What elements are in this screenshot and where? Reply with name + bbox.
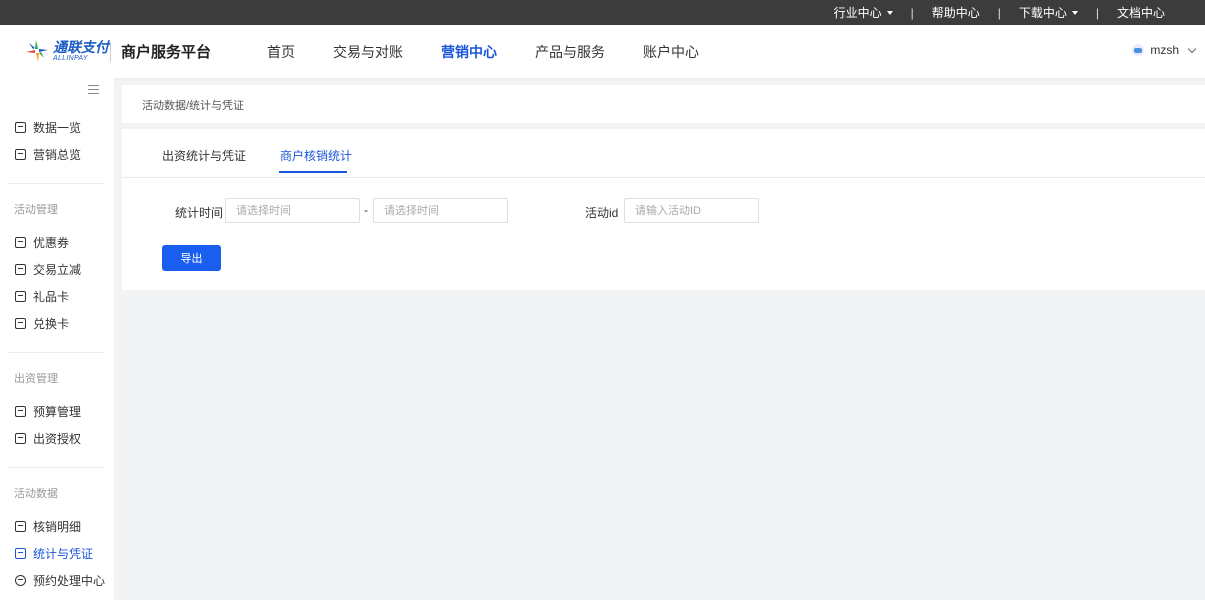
sidebar-divider (8, 352, 104, 353)
topbar-separator: | (997, 5, 1001, 20)
chevron-down-icon (1187, 44, 1197, 53)
sidebar-item-label: 交易立减 (33, 263, 82, 277)
sidebar-item-label: 核销明细 (33, 520, 82, 534)
logo-chinese-text: 通联支付 (53, 39, 109, 55)
chart-icon (15, 149, 26, 160)
sidebar-item-label: 出资授权 (33, 432, 82, 446)
sidebar-group-title: 出资管理 (14, 373, 58, 385)
main-header: 通联支付 ALLINPAY 商户服务平台 首页 交易与对账 营销中心 产品与服务… (0, 25, 1205, 78)
topbar-help-center[interactable]: 帮助中心 (918, 4, 994, 21)
menu-collapse-icon[interactable] (88, 85, 99, 94)
topbar-download-center[interactable]: 下载中心 (1005, 4, 1092, 21)
breadcrumb: 活动数据/统计与凭证 (142, 100, 245, 112)
sidebar-item-label: 统计与凭证 (33, 547, 94, 561)
discount-icon (15, 264, 26, 275)
main-card: 出资统计与凭证 商户核销统计 统计时间 - 活动id 导出 (122, 129, 1205, 290)
sidebar-item-discount[interactable]: 交易立减 (15, 261, 81, 278)
username: mzsh (1150, 43, 1179, 57)
sidebar-item-gift-card[interactable]: 礼品卡 (15, 288, 69, 305)
end-time-input[interactable] (373, 198, 508, 223)
sidebar-divider (8, 183, 104, 184)
nav-item-marketing[interactable]: 营销中心 (441, 42, 497, 62)
activity-id-label: 活动id (585, 206, 619, 220)
main-nav: 首页 交易与对账 营销中心 产品与服务 账户中心 (267, 25, 737, 78)
nav-item-home[interactable]: 首页 (267, 42, 295, 62)
topbar-item-label: 文档中心 (1116, 6, 1165, 20)
sidebar-group-title: 活动数据 (14, 488, 58, 500)
tab-bar: 出资统计与凭证 商户核销统计 (122, 129, 1205, 178)
topbar-item-label: 下载中心 (1018, 6, 1067, 20)
start-time-input[interactable] (225, 198, 360, 223)
authorization-icon (15, 433, 26, 444)
exchange-card-icon (15, 318, 26, 329)
export-button[interactable]: 导出 (162, 245, 221, 271)
sidebar-item-label: 数据一览 (33, 121, 82, 135)
sidebar-item-label: 兑换卡 (33, 317, 70, 331)
sidebar-item-authorization[interactable]: 出资授权 (15, 430, 81, 447)
sidebar-group-title: 活动管理 (14, 204, 58, 216)
topbar-industry-center[interactable]: 行业中心 (820, 4, 907, 21)
budget-icon (15, 406, 26, 417)
avatar (1132, 44, 1145, 56)
brand-logo[interactable]: 通联支付 ALLINPAY (24, 38, 109, 64)
sidebar-item-label: 礼品卡 (33, 290, 70, 304)
sidebar-item-data-overview[interactable]: 数据一览 (15, 119, 81, 136)
activity-id-input[interactable] (624, 198, 759, 223)
sidebar-item-statistics[interactable]: 统计与凭证 (15, 545, 93, 562)
topbar-item-label: 帮助中心 (931, 6, 980, 20)
top-utility-bar: 行业中心 | 帮助中心 | 下载中心 | 文档中心 (0, 0, 1205, 25)
topbar-separator: | (910, 5, 914, 20)
sidebar-item-label: 营销总览 (33, 148, 82, 162)
topbar-item-label: 行业中心 (833, 6, 882, 20)
logo-divider (110, 42, 111, 62)
sidebar-item-verification-detail[interactable]: 核销明细 (15, 518, 81, 535)
allinpay-logo-icon (24, 38, 50, 64)
topbar-separator: | (1095, 5, 1099, 20)
nav-item-transactions[interactable]: 交易与对账 (333, 42, 403, 62)
topbar-docs-center[interactable]: 文档中心 (1103, 4, 1179, 21)
sidebar-item-reservation[interactable]: 预约处理中心 (15, 572, 105, 589)
sidebar-divider (8, 467, 104, 468)
logo-english-text: ALLINPAY (53, 55, 88, 62)
sidebar-item-exchange-card[interactable]: 兑换卡 (15, 315, 69, 332)
time-label: 统计时间 (175, 206, 224, 220)
chart-icon (15, 122, 26, 133)
nav-item-account[interactable]: 账户中心 (643, 42, 699, 62)
coupon-icon (15, 237, 26, 248)
active-tab-indicator (279, 171, 347, 173)
tab-merchant-verification[interactable]: 商户核销统计 (280, 147, 352, 164)
detail-icon (15, 521, 26, 532)
sidebar: 数据一览 营销总览 活动管理 优惠券 交易立减 礼品卡 兑换卡 出资管理 预算管… (0, 78, 114, 600)
sidebar-item-label: 预约处理中心 (33, 574, 106, 588)
sidebar-item-label: 优惠券 (33, 236, 70, 250)
caret-down-icon (1071, 11, 1078, 15)
caret-down-icon (886, 11, 893, 15)
sidebar-item-marketing-overview[interactable]: 营销总览 (15, 146, 81, 163)
user-menu[interactable]: mzsh (1132, 43, 1197, 57)
reservation-icon (15, 575, 26, 586)
sidebar-item-coupon[interactable]: 优惠券 (15, 234, 69, 251)
tab-funding-statistics[interactable]: 出资统计与凭证 (162, 147, 246, 164)
sidebar-item-budget[interactable]: 预算管理 (15, 403, 81, 420)
nav-item-products[interactable]: 产品与服务 (535, 42, 605, 62)
gift-card-icon (15, 291, 26, 302)
platform-title: 商户服务平台 (121, 44, 212, 61)
breadcrumb-card: 活动数据/统计与凭证 (122, 85, 1205, 123)
statistics-icon (15, 548, 26, 559)
sidebar-item-label: 预算管理 (33, 405, 82, 419)
range-separator: - (364, 203, 368, 217)
